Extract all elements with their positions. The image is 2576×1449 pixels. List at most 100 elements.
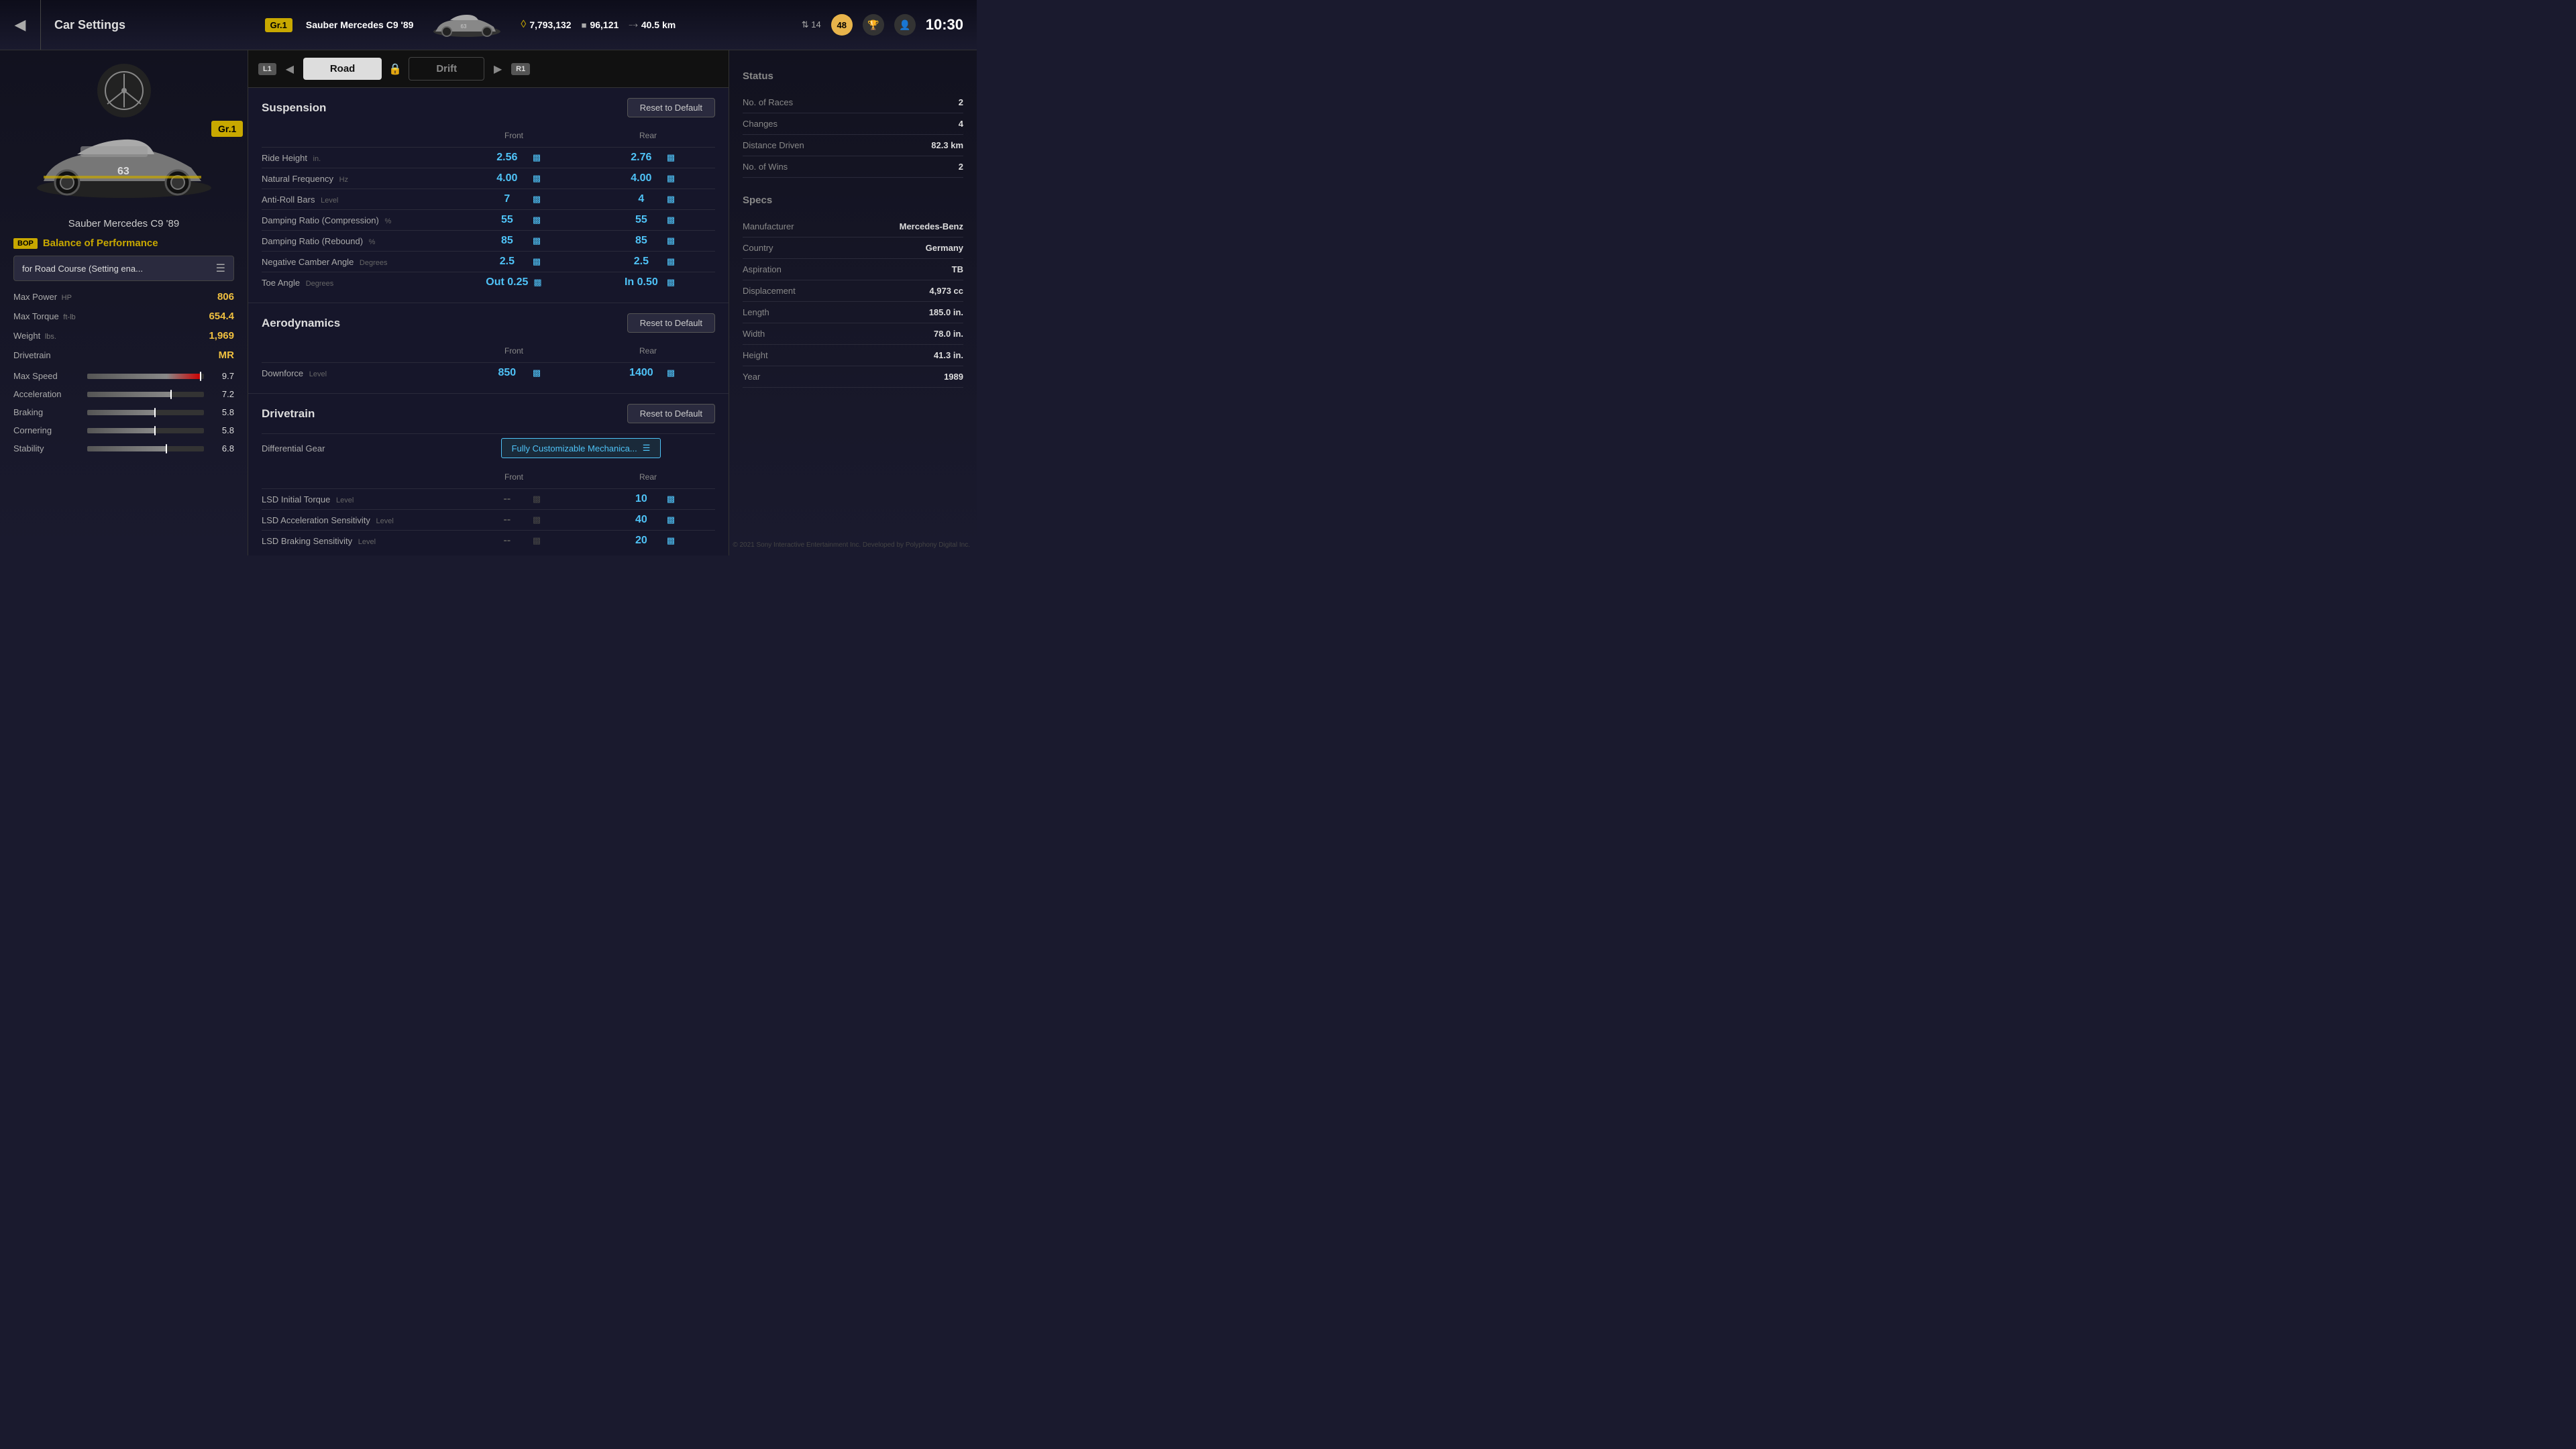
param-rear-cell[interactable]: 2.5 ▩ <box>581 256 715 268</box>
param-name: Negative Camber Angle Degrees <box>262 257 447 267</box>
param-front-cell[interactable]: 7 ▩ <box>447 193 581 205</box>
param-rear-value: 2.76 <box>621 152 661 164</box>
param-rear-cell[interactable]: 4.00 ▩ <box>581 172 715 184</box>
rear-bar-icon[interactable]: ▩ <box>667 277 675 288</box>
bop-badge: BOP <box>13 238 38 249</box>
stat-row: Weight lbs.1,969 <box>13 330 234 341</box>
tab-drift[interactable]: Drift <box>409 57 484 80</box>
diff-gear-label: Differential Gear <box>262 443 447 453</box>
status-row: No. of Races2 <box>743 92 963 113</box>
drivetrain-reset-button[interactable]: Reset to Default <box>627 404 715 423</box>
param-rear-cell[interactable]: 85 ▩ <box>581 235 715 247</box>
rear-bar-icon[interactable]: ▩ <box>667 173 675 184</box>
rear-bar-icon[interactable]: ▩ <box>667 256 675 267</box>
param-front-value: 2.5 <box>487 256 527 268</box>
param-front-cell[interactable]: 55 ▩ <box>447 214 581 226</box>
front-bar-icon[interactable]: ▩ <box>533 277 541 288</box>
bop-line: BOP Balance of Performance <box>13 237 234 249</box>
param-front-cell[interactable]: 4.00 ▩ <box>447 172 581 184</box>
param-front-cell[interactable]: 850 ▩ <box>447 367 581 379</box>
spec-key: Length <box>743 307 769 317</box>
param-rear-cell[interactable]: 4 ▩ <box>581 193 715 205</box>
perf-stat-bar <box>87 446 204 451</box>
rear-bar-icon[interactable]: ▩ <box>667 194 675 205</box>
diff-gear-row: Differential Gear Fully Customizable Mec… <box>262 433 715 462</box>
back-button[interactable]: ◀ <box>0 0 40 50</box>
param-front-value: 2.56 <box>487 152 527 164</box>
setting-text: for Road Course (Setting ena... <box>22 264 216 274</box>
perf-stat-bar <box>87 392 204 397</box>
profile-icon[interactable]: 👤 <box>894 14 916 36</box>
rear-bar-icon[interactable]: ▩ <box>667 515 675 525</box>
spec-value: 4,973 cc <box>929 286 963 296</box>
param-front-cell[interactable]: 2.5 ▩ <box>447 256 581 268</box>
param-rear-cell[interactable]: 2.76 ▩ <box>581 152 715 164</box>
tab-left-arrow[interactable]: ◀ <box>280 59 300 79</box>
perf-stat-fill <box>87 428 155 433</box>
credits-stat: ◊ 7,793,132 <box>521 19 571 31</box>
table-row: Negative Camber Angle Degrees 2.5 ▩ 2.5 … <box>262 251 715 272</box>
suspension-reset-button[interactable]: Reset to Default <box>627 98 715 117</box>
perf-stat-fill <box>87 410 155 415</box>
spec-value: 41.3 in. <box>934 350 963 360</box>
param-front-cell: -- ▩ <box>447 514 581 526</box>
front-bar-icon[interactable]: ▩ <box>533 215 541 225</box>
rear-bar-icon[interactable]: ▩ <box>667 235 675 246</box>
rear-bar-icon[interactable]: ▩ <box>667 215 675 225</box>
rear-bar-icon[interactable]: ▩ <box>667 494 675 504</box>
aerodynamics-reset-button[interactable]: Reset to Default <box>627 313 715 333</box>
spec-value: Mercedes-Benz <box>900 221 963 231</box>
drivetrain-rows: LSD Initial Torque Level -- ▩ 10 ▩ LSD A… <box>262 488 715 551</box>
param-front-cell[interactable]: 2.56 ▩ <box>447 152 581 164</box>
status-key: No. of Wins <box>743 162 788 172</box>
perf-stat-label: Acceleration <box>13 389 80 399</box>
front-bar-icon[interactable]: ▩ <box>533 173 541 184</box>
front-bar-icon[interactable]: ▩ <box>533 256 541 267</box>
status-key: Changes <box>743 119 777 129</box>
front-bar-icon[interactable]: ▩ <box>533 194 541 205</box>
tab-right-arrow[interactable]: ▶ <box>488 59 508 79</box>
spec-row: Width78.0 in. <box>743 323 963 345</box>
param-rear-cell[interactable]: 20 ▩ <box>581 535 715 547</box>
param-rear-value: 1400 <box>621 367 661 379</box>
status-value: 2 <box>959 162 963 172</box>
param-front-cell: -- ▩ <box>447 493 581 505</box>
param-front-cell[interactable]: Out 0.25 ▩ <box>447 276 581 288</box>
trophy-icon[interactable]: 🏆 <box>863 14 884 36</box>
rear-bar-icon[interactable]: ▩ <box>667 535 675 546</box>
front-bar-icon[interactable]: ▩ <box>533 235 541 246</box>
top-right-area: ⇅ 14 48 🏆 👤 10:30 <box>802 14 977 36</box>
spec-value: 1989 <box>944 372 963 382</box>
top-bar: ◀ Car Settings Gr.1 Sauber Mercedes C9 '… <box>0 0 977 50</box>
param-rear-cell[interactable]: 55 ▩ <box>581 214 715 226</box>
aerodynamics-table: Front Rear Downforce Level 850 ▩ 1400 ▩ <box>262 343 715 383</box>
rear-bar-icon[interactable]: ▩ <box>667 152 675 163</box>
param-front-cell[interactable]: 85 ▩ <box>447 235 581 247</box>
param-name: Toe Angle Degrees <box>262 278 447 288</box>
setting-line[interactable]: for Road Course (Setting ena... ☰ <box>13 256 234 281</box>
drivetrain-table: Front Rear LSD Initial Torque Level -- ▩… <box>262 469 715 551</box>
spec-key: Displacement <box>743 286 796 296</box>
param-front-value: 85 <box>487 235 527 247</box>
spec-value: 185.0 in. <box>929 307 963 317</box>
front-bar-icon[interactable]: ▩ <box>533 152 541 163</box>
param-rear-value: 2.5 <box>621 256 661 268</box>
diff-gear-dropdown[interactable]: Fully Customizable Mechanica... ☰ <box>501 438 661 458</box>
rear-bar-icon[interactable]: ▩ <box>667 368 675 378</box>
perf-stat-bar <box>87 374 204 379</box>
perf-stat-bar <box>87 428 204 433</box>
front-bar-icon[interactable]: ▩ <box>533 368 541 378</box>
perf-stat-label: Max Speed <box>13 371 80 381</box>
param-rear-cell[interactable]: 10 ▩ <box>581 493 715 505</box>
menu-icon[interactable]: ☰ <box>216 262 225 275</box>
tab-road[interactable]: Road <box>303 58 382 80</box>
suspension-rear-header: Rear <box>581 131 715 140</box>
car-preview-top: 63 <box>427 5 507 45</box>
param-rear-cell[interactable]: In 0.50 ▩ <box>581 276 715 288</box>
param-rear-cell[interactable]: 1400 ▩ <box>581 367 715 379</box>
table-row: Anti-Roll Bars Level 7 ▩ 4 ▩ <box>262 189 715 209</box>
param-rear-cell[interactable]: 40 ▩ <box>581 514 715 526</box>
table-row: Ride Height in. 2.56 ▩ 2.76 ▩ <box>262 147 715 168</box>
spec-value: TB <box>952 264 963 274</box>
table-row: LSD Braking Sensitivity Level -- ▩ 20 ▩ <box>262 530 715 551</box>
